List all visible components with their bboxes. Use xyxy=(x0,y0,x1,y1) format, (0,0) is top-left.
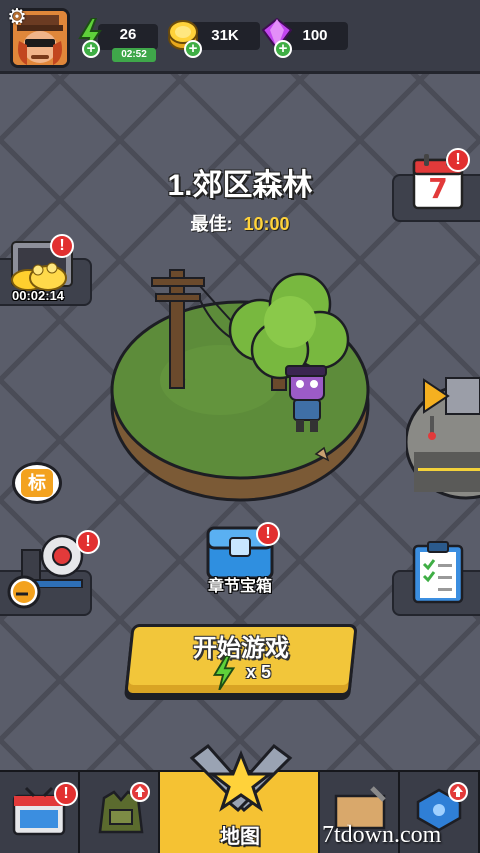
site-watermark: 7tdown.com xyxy=(322,822,442,848)
crossed-pistols-star-icon xyxy=(189,743,293,813)
chest-alert-badge: ! xyxy=(256,522,280,546)
add-energy-button[interactable]: + xyxy=(82,40,100,58)
best-time-label: 最佳: xyxy=(190,214,233,234)
shop-alert-badge: ! xyxy=(54,782,78,806)
nav-tab-map-label: 地图 xyxy=(220,826,260,848)
start-energy-cost: x 5 xyxy=(246,662,272,682)
lightning-cost-icon xyxy=(212,656,236,690)
clipboard-tasks-icon xyxy=(412,541,464,604)
stopwatch-icon xyxy=(7,575,41,609)
calendar-day: 7 xyxy=(428,172,448,205)
settings-gear-icon[interactable]: ⚙ xyxy=(5,5,29,29)
event-alert-badge: ! xyxy=(76,530,100,554)
marker-label: 标 xyxy=(21,469,53,497)
chapter-chest-label: 章节宝箱 xyxy=(207,578,272,595)
level-island-map[interactable] xyxy=(110,260,420,510)
nav-tab-gear[interactable] xyxy=(80,772,160,853)
calendar-alert-badge: ! xyxy=(446,148,470,172)
upgrade-arrow-icon xyxy=(130,782,150,802)
next-stage-preview[interactable] xyxy=(406,372,480,500)
treasure-timer: 00:02:14 xyxy=(12,288,65,303)
energy-counter: 26 xyxy=(98,24,158,50)
start-game-label: 开始游戏 xyxy=(193,635,289,662)
best-time-value: 10:00 xyxy=(243,214,290,234)
add-gold-button[interactable]: + xyxy=(184,40,202,58)
treasure-alert-badge: ! xyxy=(50,234,74,258)
talent-upgrade-arrow-icon xyxy=(448,782,468,802)
map-marker-button[interactable]: 标 xyxy=(12,462,62,504)
nav-tab-shop[interactable]: ! xyxy=(0,772,80,853)
add-gem-button[interactable]: + xyxy=(274,40,292,58)
energy-refill-timer: 02:52 xyxy=(112,48,156,62)
